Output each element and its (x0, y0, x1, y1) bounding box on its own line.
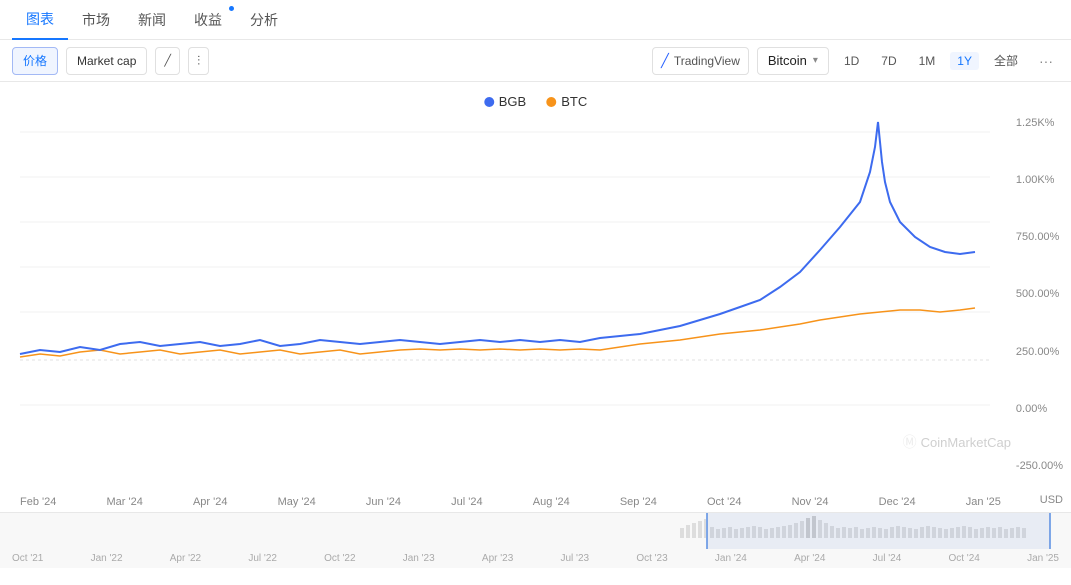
line-chart-button[interactable]: ╱ (155, 47, 180, 75)
line-icon: ╱ (164, 54, 171, 67)
candle-icon: ⫶ (197, 53, 200, 69)
y-axis-labels: 1.25K% 1.00K% 750.00% 500.00% 250.00% 0.… (1016, 82, 1063, 482)
market-cap-button[interactable]: Market cap (66, 47, 147, 75)
navigator-mini-chart (0, 513, 1071, 549)
btc-dot (546, 97, 556, 107)
watermark: Ⓜ CoinMarketCap (903, 432, 1011, 452)
time-7d[interactable]: 7D (874, 52, 903, 70)
tab-market[interactable]: 市场 (68, 0, 124, 40)
earnings-badge (229, 6, 234, 11)
cmc-logo: Ⓜ (903, 432, 917, 452)
tab-chart[interactable]: 图表 (12, 0, 68, 40)
bgb-dot (484, 97, 494, 107)
usd-label: USD (1040, 494, 1063, 506)
more-button[interactable]: ··· (1033, 51, 1059, 71)
time-1d[interactable]: 1D (837, 52, 866, 70)
tradingview-badge: ╱ TradingView (652, 47, 749, 75)
chart-area[interactable]: BGB BTC 1.25K% 1.00K% 750.00% 500.00% 25… (0, 82, 1071, 512)
navigator[interactable]: Oct '21 Jan '22 Apr '22 Jul '22 Oct '22 … (0, 512, 1071, 568)
toolbar-right: ╱ TradingView Bitcoin ▾ 1D 7D 1M 1Y 全部 ·… (652, 47, 1059, 75)
chevron-down-icon: ▾ (813, 55, 818, 66)
toolbar-left: 价格 Market cap ╱ ⫶ (12, 47, 644, 75)
tab-earnings[interactable]: 收益 (180, 0, 236, 40)
legend-btc: BTC (546, 94, 587, 109)
toolbar: 价格 Market cap ╱ ⫶ ╱ TradingView Bitcoin … (0, 40, 1071, 82)
chart-legend: BGB BTC (484, 94, 587, 109)
x-axis-labels: Feb '24 Mar '24 Apr '24 May '24 Jun '24 … (20, 496, 1001, 508)
tab-news[interactable]: 新闻 (124, 0, 180, 40)
tradingview-icon: ╱ (661, 53, 669, 69)
time-1y[interactable]: 1Y (950, 52, 979, 70)
time-all[interactable]: 全部 (987, 50, 1025, 71)
price-button[interactable]: 价格 (12, 47, 58, 75)
coin-selector[interactable]: Bitcoin ▾ (757, 47, 829, 75)
tab-bar: 图表 市场 新闻 收益 分析 (0, 0, 1071, 40)
time-1m[interactable]: 1M (912, 52, 943, 70)
legend-bgb: BGB (484, 94, 526, 109)
candle-button[interactable]: ⫶ (188, 47, 209, 75)
navigator-x-labels: Oct '21 Jan '22 Apr '22 Jul '22 Oct '22 … (12, 553, 1059, 564)
tab-analysis[interactable]: 分析 (236, 0, 292, 40)
